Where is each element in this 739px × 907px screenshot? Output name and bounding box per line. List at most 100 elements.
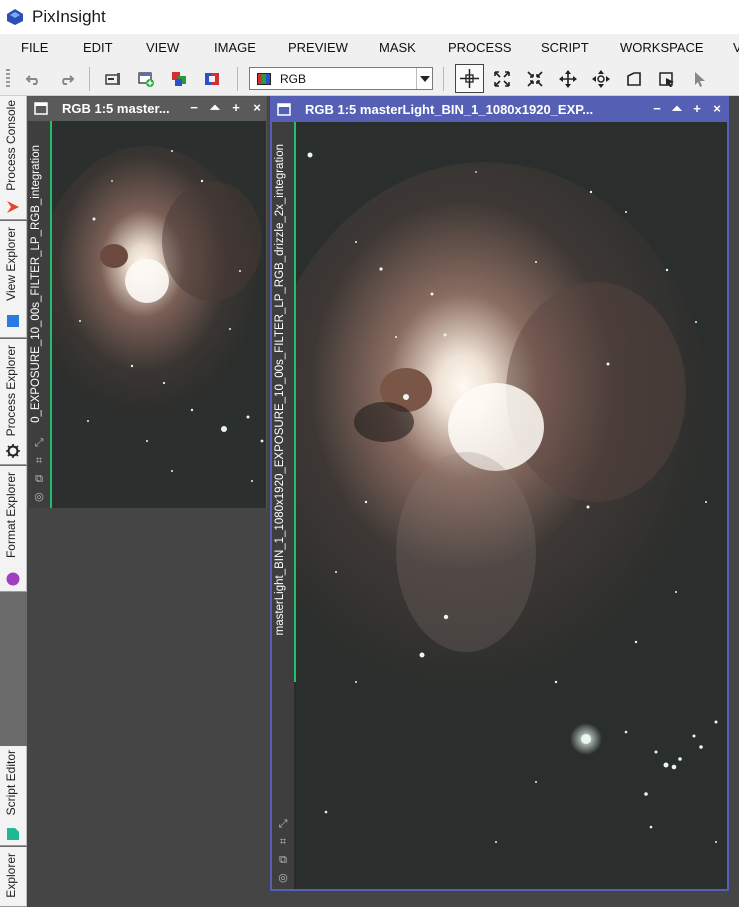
window-side-tab[interactable]: masterLight_BIN_1_1080x1920_EXPOSURE_10_… — [272, 122, 294, 889]
menu-image[interactable]: IMAGE — [214, 40, 256, 55]
window-icon — [277, 103, 291, 116]
zoom-fit-button[interactable] — [490, 67, 514, 91]
undo-button[interactable] — [22, 67, 46, 91]
view-identifier: 0_EXPOSURE_10_00s_FILTER_LP_RGB_integrat… — [30, 145, 42, 423]
tab-explorer[interactable]: Explorer — [0, 847, 27, 907]
tab-process-explorer[interactable]: Process Explorer — [0, 339, 27, 465]
menu-bar: FILE EDIT VIEW IMAGE PREVIEW MASK PROCES… — [0, 34, 739, 61]
toolbar: RGB — [0, 61, 739, 96]
channel-combo[interactable]: RGB — [249, 67, 433, 90]
app-title: PixInsight — [32, 7, 106, 26]
mask-button[interactable] — [200, 67, 224, 91]
minimize-icon[interactable]: − — [650, 102, 664, 116]
close-icon[interactable]: × — [710, 102, 724, 116]
undo-icon — [25, 75, 38, 85]
pan-icon — [559, 70, 577, 88]
chevron-down-icon[interactable] — [416, 68, 432, 89]
script-editor-icon — [7, 828, 19, 840]
identifier-button[interactable] — [101, 67, 125, 91]
window-title: RGB 1:5 masterLight_BIN_1_1080x1920_EXP.… — [305, 102, 594, 117]
rgb-channels-icon — [172, 72, 186, 86]
menu-process[interactable]: PROCESS — [448, 40, 512, 55]
window-header[interactable]: RGB 1:5 master... − ⏶ + × — [28, 97, 266, 121]
move-button[interactable] — [589, 67, 613, 91]
move-icon — [592, 70, 610, 88]
image-canvas-right[interactable] — [296, 122, 727, 889]
tab-label: Script Editor — [4, 750, 18, 816]
orion-nebula-image — [296, 122, 727, 889]
menu-view[interactable]: VIEW — [146, 40, 179, 55]
tab-label: Explorer — [4, 853, 18, 898]
menu-file[interactable]: FILE — [21, 40, 48, 55]
crop-icon[interactable]: ⌗ — [33, 455, 45, 467]
menu-script[interactable]: SCRIPT — [541, 40, 589, 55]
toolbar-separator — [443, 67, 444, 91]
maximize-icon[interactable]: + — [690, 102, 704, 116]
crop-icon[interactable]: ⌗ — [277, 836, 289, 848]
window-side-tab[interactable]: 0_EXPOSURE_10_00s_FILTER_LP_RGB_integrat… — [28, 121, 50, 508]
menu-overflow[interactable]: V — [733, 40, 739, 55]
menu-mask[interactable]: MASK — [379, 40, 416, 55]
edit-icon — [659, 72, 674, 87]
edit-button[interactable] — [655, 67, 679, 91]
mask-icon — [205, 73, 219, 85]
readout-button[interactable] — [622, 67, 646, 91]
new-preview-icon — [138, 72, 154, 87]
pan-button[interactable] — [556, 67, 580, 91]
tab-label: Process Explorer — [4, 345, 18, 437]
window-header[interactable]: RGB 1:5 masterLight_BIN_1_1080x1920_EXP.… — [272, 98, 727, 122]
crosshair-mode-button[interactable] — [455, 64, 484, 93]
image-window-left[interactable]: RGB 1:5 master... − ⏶ + × 0_EXPOSURE_10_… — [27, 96, 267, 508]
tab-label: Format Explorer — [4, 472, 18, 559]
menu-preview[interactable]: PREVIEW — [288, 40, 348, 55]
minimize-icon[interactable]: − — [187, 101, 201, 115]
window-icon — [34, 102, 48, 115]
image-window-right[interactable]: RGB 1:5 masterLight_BIN_1_1080x1920_EXP.… — [270, 96, 729, 891]
tab-script-editor[interactable]: Script Editor — [0, 746, 27, 846]
mask-link-icon[interactable]: ⤢ — [277, 818, 289, 830]
clone-icon[interactable]: ⧉ — [277, 854, 289, 866]
zoom-fit-icon — [494, 71, 510, 87]
process-explorer-icon — [6, 444, 20, 458]
toolbar-separator — [89, 67, 90, 91]
zoom-in-button[interactable] — [523, 67, 547, 91]
tab-format-explorer[interactable]: Format Explorer — [0, 466, 27, 592]
pixinsight-logo-icon — [7, 9, 23, 25]
target-icon[interactable]: ◎ — [33, 491, 45, 503]
toolbar-grip[interactable] — [6, 69, 10, 89]
shade-icon[interactable]: ⏶ — [670, 102, 684, 116]
zoom-in-icon — [527, 71, 543, 87]
redo-button[interactable] — [54, 67, 78, 91]
menu-edit[interactable]: EDIT — [83, 40, 113, 55]
pointer-button[interactable] — [688, 67, 712, 91]
toolbar-separator — [237, 67, 238, 91]
tab-view-explorer[interactable]: View Explorer — [0, 221, 27, 338]
image-canvas-left[interactable] — [52, 121, 266, 508]
clone-icon[interactable]: ⧉ — [33, 473, 45, 485]
window-title: RGB 1:5 master... — [62, 101, 170, 116]
pointer-icon — [695, 72, 705, 87]
format-explorer-icon — [6, 572, 20, 586]
rgb-swatch-icon — [257, 72, 271, 85]
tab-label: Process Console — [4, 100, 18, 191]
target-icon[interactable]: ◎ — [277, 872, 289, 884]
shade-icon[interactable]: ⏶ — [208, 101, 222, 115]
maximize-icon[interactable]: + — [229, 101, 243, 115]
menu-workspace[interactable]: WORKSPACE — [620, 40, 704, 55]
redo-icon — [62, 75, 75, 85]
rgb-channels-button[interactable] — [167, 67, 191, 91]
channel-combo-value: RGB — [280, 71, 307, 86]
view-identifier: masterLight_BIN_1_1080x1920_EXPOSURE_10_… — [274, 144, 286, 636]
readout-icon — [627, 72, 641, 86]
close-icon[interactable]: × — [250, 101, 264, 115]
mask-link-icon[interactable]: ⤢ — [33, 437, 45, 449]
orion-nebula-image — [52, 121, 266, 508]
tab-process-console[interactable]: Process Console — [0, 96, 27, 220]
process-console-icon — [7, 201, 19, 213]
tab-label: View Explorer — [4, 227, 18, 301]
new-preview-button[interactable] — [134, 67, 158, 91]
crosshair-icon — [460, 69, 479, 88]
title-bar: PixInsight — [0, 0, 739, 34]
left-sidebar: Process Console View Explorer Process Ex… — [0, 96, 27, 907]
view-explorer-icon — [7, 315, 19, 327]
